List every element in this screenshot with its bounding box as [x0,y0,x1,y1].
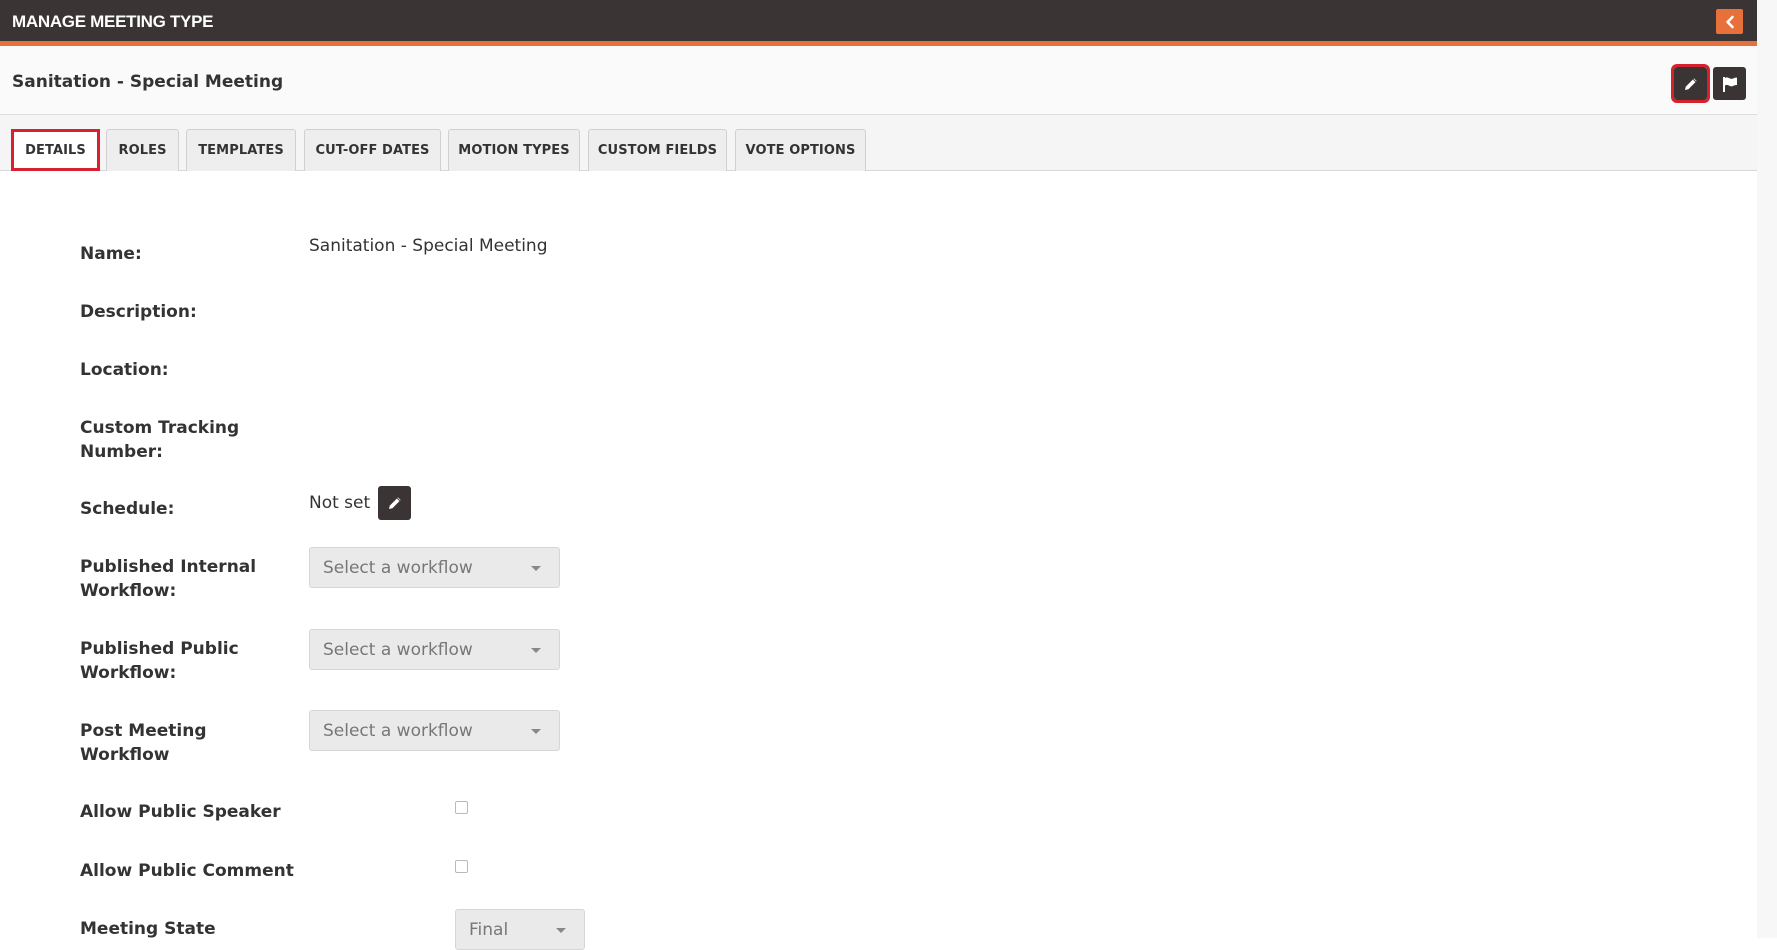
caret-down-icon [531,648,541,653]
schedule-label: Schedule: [80,499,175,519]
pencil-icon [1684,77,1697,90]
tab-roles[interactable]: ROLES [106,129,179,171]
label-line: Workflow [80,745,170,765]
caret-down-icon [556,928,566,933]
tab-label: CUT-OFF DATES [315,143,430,158]
label-line: Published Public [80,639,239,659]
tab-bar: DETAILS ROLES TEMPLATES CUT-OFF DATES MO… [0,115,1757,171]
meeting-state-select[interactable]: Final [455,909,585,950]
tab-label: MOTION TYPES [458,143,570,158]
manage-meeting-type-panel: MANAGE MEETING TYPE Sanitation - Special… [0,0,1757,950]
label-line: Post Meeting [80,721,207,741]
caret-down-icon [531,566,541,571]
custom-tracking-number-label: Custom Tracking Number: [80,416,280,464]
name-value: Sanitation - Special Meeting [309,236,548,256]
published-internal-workflow-label: Published Internal Workflow: [80,555,280,603]
published-internal-workflow-select[interactable]: Select a workflow [309,547,560,588]
label-line: Workflow: [80,663,177,683]
page-title: Sanitation - Special Meeting [12,72,284,92]
post-meeting-workflow-label: Post Meeting Workflow [80,719,280,767]
select-value: Final [469,920,509,940]
schedule-edit-button[interactable] [378,486,411,520]
flag-button[interactable] [1713,67,1746,100]
tab-label: ROLES [118,143,167,158]
tab-templates[interactable]: TEMPLATES [186,129,296,171]
tab-label: DETAILS [25,142,86,158]
label-line: Number: [80,442,163,462]
chevron-left-icon [1725,15,1734,28]
pencil-icon [388,497,401,509]
tab-vote-options[interactable]: VOTE OPTIONS [735,129,866,171]
tab-label: VOTE OPTIONS [745,143,856,158]
edit-button[interactable] [1671,64,1710,103]
tab-details[interactable]: DETAILS [11,129,100,171]
location-label: Location: [80,360,169,380]
caret-down-icon [531,729,541,734]
published-public-workflow-select[interactable]: Select a workflow [309,629,560,670]
allow-public-speaker-label: Allow Public Speaker [80,802,281,822]
tab-motion-types[interactable]: MOTION TYPES [448,129,580,171]
allow-public-comment-checkbox[interactable] [455,860,468,873]
tab-cut-off-dates[interactable]: CUT-OFF DATES [304,129,441,171]
flag-icon [1722,76,1737,92]
header-row: Sanitation - Special Meeting [0,46,1757,115]
tab-label: CUSTOM FIELDS [597,143,718,158]
select-value: Select a workflow [323,640,473,660]
panel-title: MANAGE MEETING TYPE [12,12,214,31]
allow-public-comment-label: Allow Public Comment [80,861,294,881]
select-value: Select a workflow [323,721,473,741]
name-label: Name: [80,244,142,264]
select-value: Select a workflow [323,558,473,578]
meeting-state-label: Meeting State [80,919,216,939]
post-meeting-workflow-select[interactable]: Select a workflow [309,710,560,751]
scrollbar-track[interactable] [1757,0,1777,938]
allow-public-speaker-checkbox[interactable] [455,801,468,814]
tab-custom-fields[interactable]: CUSTOM FIELDS [588,129,727,171]
label-line: Custom Tracking [80,418,240,438]
description-label: Description: [80,302,197,322]
published-public-workflow-label: Published Public Workflow: [80,637,280,685]
label-line: Workflow: [80,581,177,601]
top-bar: MANAGE MEETING TYPE [0,0,1757,46]
schedule-value: Not set [309,493,371,513]
collapse-button[interactable] [1716,9,1743,34]
tab-label: TEMPLATES [198,143,284,158]
label-line: Published Internal [80,557,257,577]
